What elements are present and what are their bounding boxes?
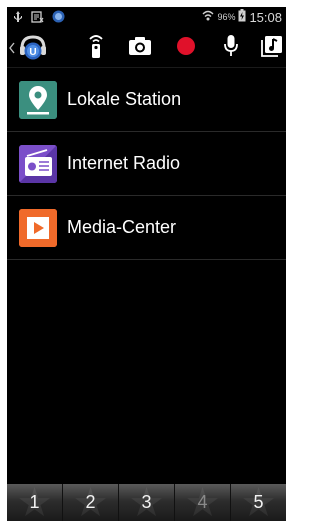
usb-icon xyxy=(13,10,23,26)
location-pin-icon xyxy=(19,80,57,119)
status-clock: 15:08 xyxy=(249,9,282,25)
menu-item-internet-radio[interactable]: Internet Radio xyxy=(7,132,286,196)
preset-label: 5 xyxy=(253,492,264,512)
status-bar: 96% 15:08 xyxy=(7,7,286,29)
camera-icon xyxy=(128,36,152,61)
source-menu-list: Lokale Station Internet Radio Media-Cent… xyxy=(7,68,286,260)
menu-item-media-center[interactable]: Media-Center xyxy=(7,196,286,260)
preset-button-5[interactable]: ★ 5 xyxy=(231,483,286,522)
camera-button[interactable] xyxy=(125,29,155,67)
preset-button-2[interactable]: ★ 2 xyxy=(63,483,119,521)
preset-label: 4 xyxy=(197,492,208,512)
menu-item-label: Internet Radio xyxy=(67,153,181,173)
battery-icon xyxy=(238,9,246,25)
wifi-icon xyxy=(202,10,214,25)
play-icon xyxy=(19,208,57,247)
menu-item-lokale-station[interactable]: Lokale Station xyxy=(7,68,286,132)
menu-item-label: Media-Center xyxy=(67,217,177,237)
preset-button-4[interactable]: ★ 4 xyxy=(175,483,231,521)
app-logo-icon: U xyxy=(18,34,48,67)
app-notification-icon xyxy=(52,10,65,26)
gallery-notification-icon xyxy=(31,10,44,26)
action-toolbar: U xyxy=(7,29,286,68)
record-button[interactable] xyxy=(171,29,201,67)
preset-bar: ★ 1 ★ 2 ★ 3 ★ 4 ★ 5 xyxy=(7,483,286,522)
record-icon xyxy=(176,36,196,61)
menu-item-label: Lokale Station xyxy=(67,89,182,109)
chevron-left-icon xyxy=(9,41,15,59)
app-screen: 96% 15:08 U Lokale Station Internet Radi… xyxy=(7,7,286,521)
svg-text:U: U xyxy=(29,47,36,58)
music-library-icon xyxy=(261,35,283,62)
preset-label: 1 xyxy=(29,492,40,512)
microphone-button[interactable] xyxy=(216,29,246,67)
remote-button[interactable] xyxy=(81,29,111,67)
preset-button-1[interactable]: ★ 1 xyxy=(7,483,63,521)
microphone-icon xyxy=(223,34,239,63)
music-library-button[interactable] xyxy=(258,29,286,67)
remote-icon xyxy=(87,33,105,64)
radio-icon xyxy=(19,144,57,183)
preset-button-3[interactable]: ★ 3 xyxy=(119,483,175,521)
preset-label: 3 xyxy=(141,492,152,512)
home-back-button[interactable]: U xyxy=(7,29,51,67)
battery-percent: 96% xyxy=(217,12,236,22)
preset-label: 2 xyxy=(85,492,96,512)
